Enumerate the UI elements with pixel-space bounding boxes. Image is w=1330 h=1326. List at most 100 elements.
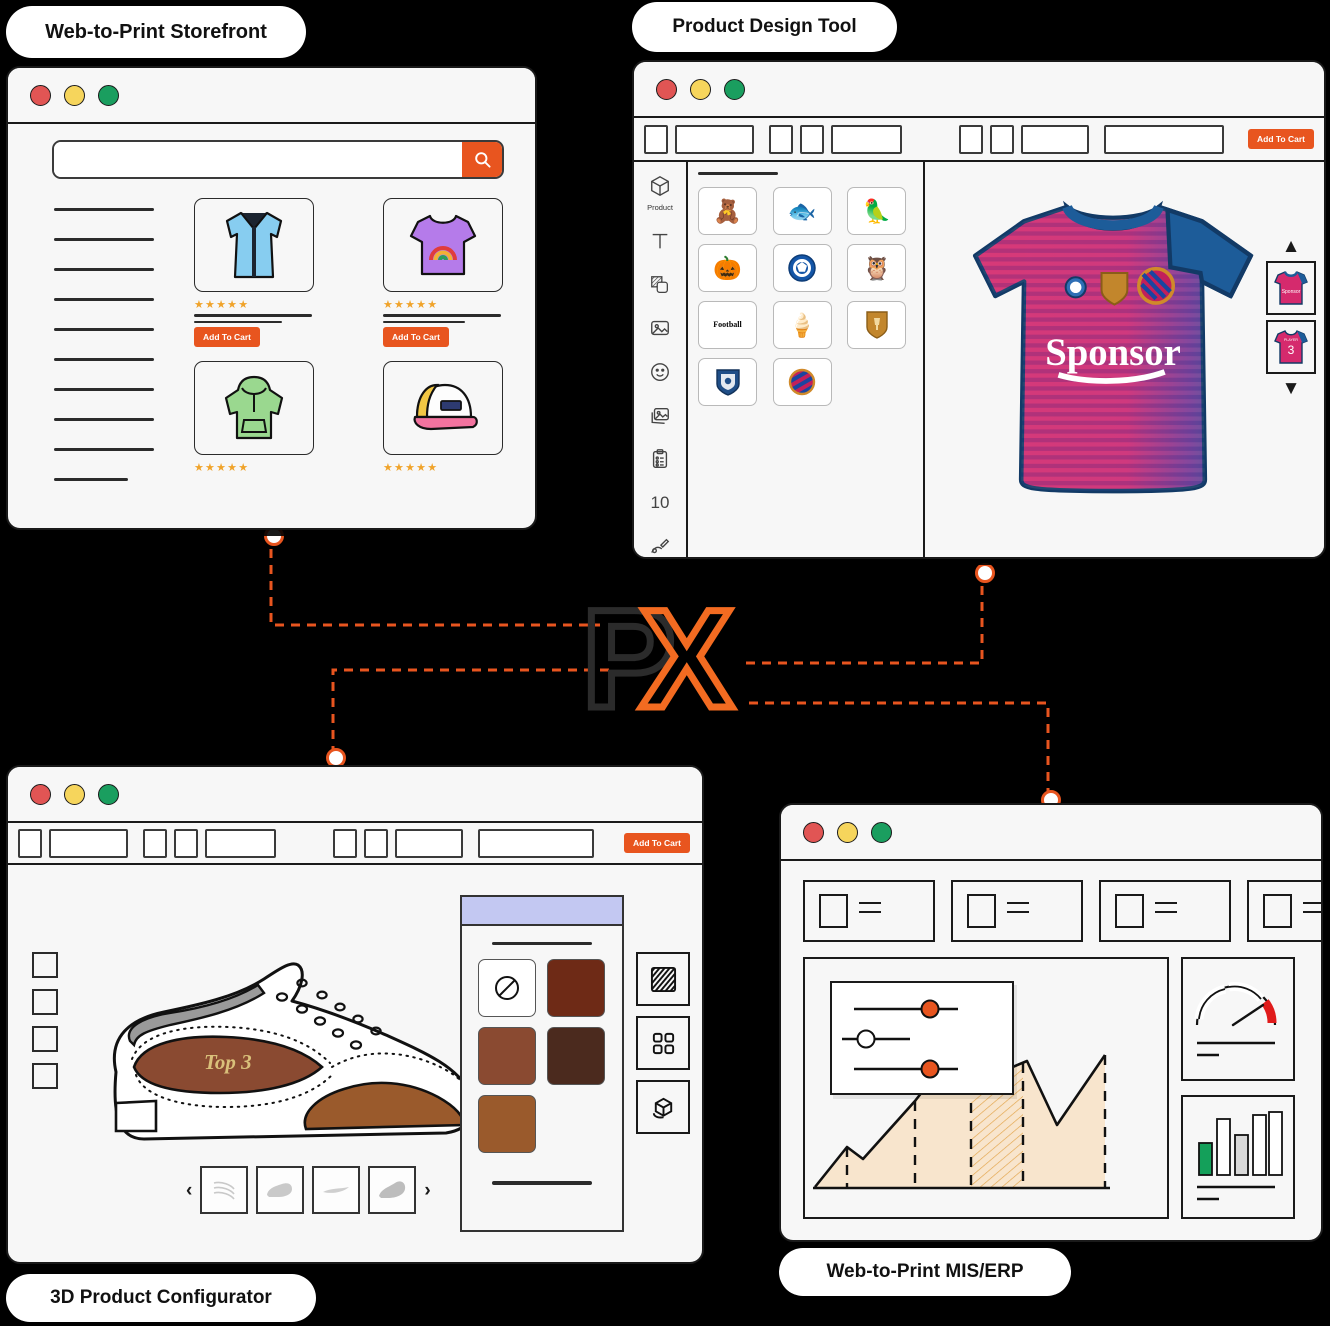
toolbar-item[interactable] (333, 828, 357, 858)
clipart-witch-pumpkin[interactable]: 🎃 (698, 244, 757, 292)
add-to-cart-button[interactable]: Add To Cart (194, 327, 261, 347)
window-close-button[interactable] (30, 84, 51, 106)
search-button[interactable] (462, 142, 502, 177)
view-carousel: ‹ › (186, 1166, 431, 1214)
window-maximize-button[interactable] (871, 821, 892, 843)
toolbar-item[interactable] (364, 828, 388, 858)
shoe-thumb-angle-view[interactable] (368, 1166, 417, 1214)
swatch-dark-rust[interactable] (547, 959, 605, 1018)
rail-item-gallery[interactable] (645, 401, 675, 430)
window-maximize-button[interactable] (98, 783, 119, 805)
rail-item-product[interactable] (645, 172, 675, 201)
category-sidebar[interactable] (54, 208, 154, 508)
image-icon (651, 321, 669, 336)
option-checkbox[interactable] (32, 1026, 58, 1052)
material-tool-button[interactable] (636, 1080, 690, 1134)
clipart-parrot[interactable]: 🦜 (847, 187, 907, 235)
kpi-card[interactable] (1247, 880, 1321, 942)
clipart-teddy-bear[interactable]: 🧸 (698, 187, 757, 235)
window-minimize-button[interactable] (837, 821, 858, 843)
clipart-football-badge[interactable]: Football (698, 301, 757, 349)
search-input[interactable] (54, 142, 462, 177)
option-checkbox[interactable] (32, 1063, 58, 1089)
toolbar-item[interactable] (143, 828, 167, 858)
clipart-popsicle[interactable]: 🍦 (772, 301, 832, 349)
thumbnail-jersey-front[interactable]: Sponsor (1266, 261, 1316, 315)
toolbar-item[interactable] (205, 828, 276, 858)
option-checkbox[interactable] (32, 989, 58, 1015)
rail-item-draw[interactable] (645, 532, 675, 557)
clipart-owl[interactable]: 🦉 (847, 244, 907, 292)
texture-tool-button[interactable] (636, 952, 690, 1006)
window-minimize-button[interactable] (64, 783, 85, 805)
window-close-button[interactable] (803, 821, 824, 843)
product-card[interactable]: ★★★★★ (383, 361, 503, 477)
window-close-button[interactable] (656, 78, 677, 100)
clipart-club-crest[interactable] (698, 358, 757, 406)
option-checkbox[interactable] (32, 952, 58, 978)
toolbar-item[interactable] (395, 828, 463, 858)
swatch-none[interactable] (478, 959, 536, 1018)
toolbar-item[interactable] (831, 124, 902, 154)
configurator-side-tools (636, 952, 690, 1134)
toolbar-item[interactable] (1021, 124, 1089, 154)
area-chart-card[interactable] (803, 957, 1169, 1219)
kpi-card[interactable] (803, 880, 935, 942)
gauge-chart-card[interactable] (1181, 957, 1295, 1081)
add-to-cart-button[interactable]: Add To Cart (623, 833, 690, 853)
toolbar-item[interactable] (1104, 124, 1224, 154)
configurator-toolbar: Add To Cart (8, 823, 702, 865)
grid-icon (652, 1032, 674, 1054)
toolbar-item[interactable] (959, 124, 983, 154)
scroll-down-button[interactable]: ▼ (1282, 379, 1301, 398)
product-card[interactable]: ★★★★★ Add To Cart (383, 198, 503, 347)
clipart-soccer-ball[interactable] (772, 244, 832, 292)
toolbar-item[interactable] (769, 124, 793, 154)
rail-item-emoji[interactable] (645, 358, 675, 387)
toolbar-item[interactable] (800, 124, 824, 154)
kpi-card[interactable] (1099, 880, 1231, 942)
shoe-thumb-laces-view[interactable] (200, 1166, 249, 1214)
window-maximize-button[interactable] (724, 78, 745, 100)
window-maximize-button[interactable] (98, 84, 119, 106)
grid-tool-button[interactable] (636, 1016, 690, 1070)
clipart-striped-roundel[interactable] (772, 358, 832, 406)
rail-item-text[interactable] (645, 227, 675, 256)
add-to-cart-button[interactable]: Add To Cart (1247, 129, 1314, 149)
rail-item-number[interactable]: 10 (645, 489, 675, 518)
window-minimize-button[interactable] (690, 78, 711, 100)
toolbar-item[interactable] (675, 124, 754, 154)
toolbar-item[interactable] (478, 828, 594, 858)
bar-chart-card[interactable] (1181, 1095, 1295, 1219)
window-minimize-button[interactable] (64, 84, 85, 106)
rail-item-image[interactable] (645, 314, 675, 343)
toolbar-item[interactable] (174, 828, 198, 858)
sole-view-icon (323, 1187, 350, 1193)
kpi-text-lines (1007, 901, 1029, 921)
carousel-prev-button[interactable]: ‹ (186, 1181, 192, 1200)
toolbar-item[interactable] (49, 828, 128, 858)
toolbar-item[interactable] (990, 124, 1014, 154)
bar (1252, 1114, 1267, 1176)
thumbnail-jersey-back[interactable]: PLAYER 3 (1266, 320, 1316, 374)
shoe-thumb-side-view[interactable] (256, 1166, 305, 1214)
scroll-up-button[interactable]: ▲ (1282, 237, 1301, 256)
product-card[interactable]: ★★★★★ Add To Cart (194, 198, 314, 347)
rail-item-pattern[interactable] (645, 270, 675, 299)
clipart-grid: 🧸 🐟 🦜 🎃 🦉 Football 🍦 (698, 187, 913, 406)
swatch-tan-leather[interactable] (478, 1095, 536, 1154)
window-close-button[interactable] (30, 783, 51, 805)
shoe-thumb-sole-view[interactable] (312, 1166, 361, 1214)
clipart-piranha-fish[interactable]: 🐟 (772, 187, 832, 235)
toolbar-item[interactable] (644, 124, 668, 154)
rail-item-clipboard[interactable] (645, 445, 675, 474)
kpi-card[interactable] (951, 880, 1083, 942)
carousel-next-button[interactable]: › (424, 1181, 430, 1200)
product-card[interactable]: ★★★★★ (194, 361, 314, 477)
swatch-espresso[interactable] (547, 1027, 605, 1086)
design-canvas[interactable]: Sponsor ▲ Sponsor PLAYER 3 ▼ (925, 162, 1324, 557)
swatch-mid-brown[interactable] (478, 1027, 536, 1086)
toolbar-item[interactable] (18, 828, 42, 858)
add-to-cart-button[interactable]: Add To Cart (383, 327, 450, 347)
clipart-trophy-shield[interactable] (847, 301, 907, 349)
